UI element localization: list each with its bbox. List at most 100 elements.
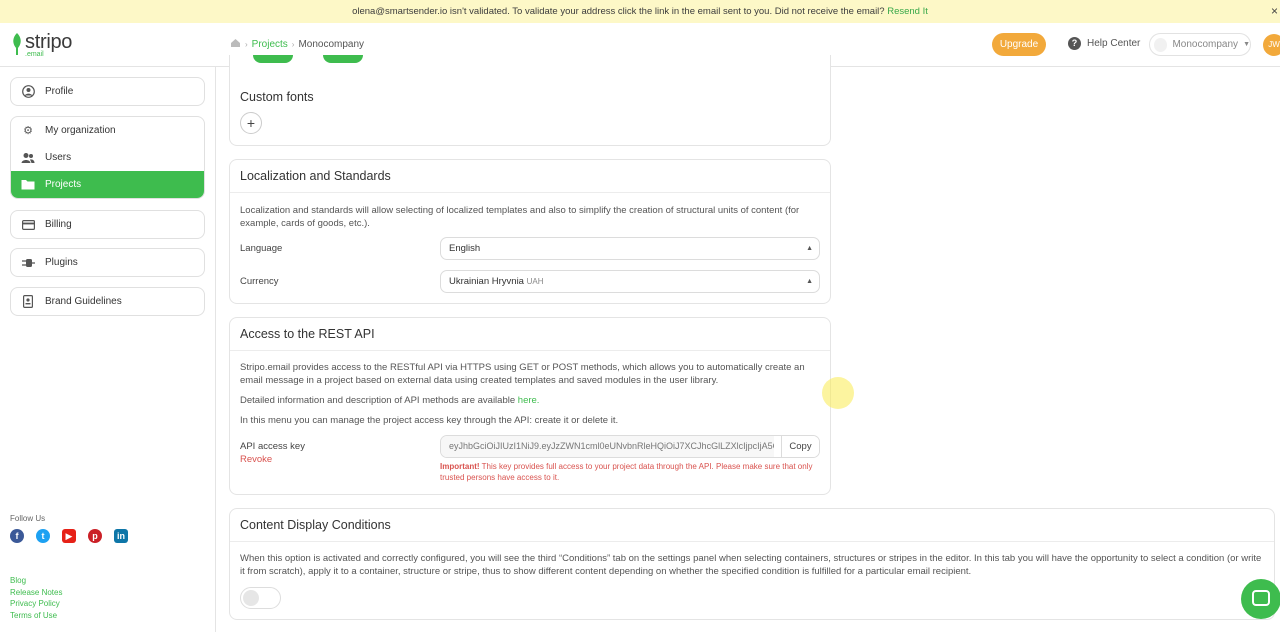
breadcrumb-current: Monocompany (298, 39, 365, 50)
warning-label: Important! (440, 462, 480, 471)
api-key-warning: Important! This key provides full access… (440, 461, 820, 483)
sidebar-item-my-organization[interactable]: ⚙ My organization (11, 117, 204, 144)
pinterest-icon[interactable]: p (88, 529, 102, 543)
api-key-label: API access key (240, 441, 305, 452)
nav-group-organization: ⚙ My organization Users Projects (10, 116, 205, 199)
localization-title: Localization and Standards (230, 160, 830, 193)
linkedin-icon[interactable]: in (114, 529, 128, 543)
org-avatar (1154, 37, 1168, 52)
api-info-text: Detailed information and description of … (240, 395, 516, 406)
chat-icon (1252, 590, 1270, 606)
organization-select[interactable]: Monocompany ▼ (1149, 33, 1251, 56)
conditions-toggle[interactable] (240, 587, 281, 609)
nav-group-plugins: Plugins (10, 248, 205, 277)
sidebar-item-label: Users (45, 152, 72, 163)
notice-text: olena@smartsender.io isn't validated. To… (352, 6, 885, 17)
logo-sub: .email (25, 51, 44, 58)
conditions-card: Content Display Conditions When this opt… (229, 508, 1275, 620)
localization-card: Localization and Standards Localization … (229, 159, 831, 304)
language-select[interactable]: English ▲ (440, 237, 820, 260)
terms-of-use-link[interactable]: Terms of Use (10, 610, 62, 622)
users-icon (21, 151, 35, 165)
sidebar-item-label: Plugins (45, 257, 78, 268)
breadcrumb: › Projects › Monocompany (230, 38, 364, 51)
chevron-right-icon: › (291, 40, 295, 49)
nav-group-profile: Profile (10, 77, 205, 106)
revoke-link[interactable]: Revoke (240, 454, 272, 465)
help-label: Help Center (1087, 38, 1141, 49)
currency-code: UAH (526, 277, 544, 286)
blog-link[interactable]: Blog (10, 575, 62, 587)
chat-button[interactable] (1241, 579, 1280, 619)
breadcrumb-projects[interactable]: Projects (252, 39, 288, 50)
font-toggle-on[interactable] (323, 55, 363, 63)
sidebar-item-billing[interactable]: Billing (11, 211, 204, 238)
sidebar-item-brand-guidelines[interactable]: Brand Guidelines (11, 288, 204, 315)
youtube-icon[interactable]: ▶ (62, 529, 76, 543)
currency-select[interactable]: Ukrainian Hryvnia UAH ▲ (440, 270, 820, 293)
credit-card-icon (21, 218, 35, 232)
privacy-policy-link[interactable]: Privacy Policy (10, 598, 62, 610)
gear-icon: ⚙ (23, 125, 33, 137)
user-circle-icon (21, 85, 35, 99)
home-icon[interactable] (230, 38, 241, 51)
sidebar-item-profile[interactable]: Profile (11, 78, 204, 105)
sidebar-item-plugins[interactable]: Plugins (11, 249, 204, 276)
validation-notice: olena@smartsender.io isn't validated. To… (0, 0, 1280, 23)
sidebar: Profile ⚙ My organization Users Projects… (0, 67, 216, 632)
currency-value: Ukrainian Hryvnia (449, 276, 524, 287)
chevron-right-icon: › (245, 40, 248, 49)
api-docs-link[interactable]: here. (518, 395, 540, 406)
social-links: f t ▶ p in (10, 529, 128, 543)
user-avatar[interactable]: JW (1263, 34, 1280, 56)
sidebar-item-projects[interactable]: Projects (11, 171, 204, 198)
footer-links: Blog Release Notes Privacy Policy Terms … (10, 575, 62, 621)
api-info: Detailed information and description of … (230, 394, 830, 407)
conditions-title: Content Display Conditions (230, 509, 1274, 542)
nav-group-billing: Billing (10, 210, 205, 239)
book-icon (21, 295, 35, 309)
add-font-button[interactable]: + (240, 112, 262, 134)
close-icon[interactable]: × (1271, 0, 1278, 23)
org-name: Monocompany (1172, 39, 1239, 50)
folder-icon (21, 178, 35, 192)
caret-up-down-icon: ▲ (806, 278, 813, 285)
localization-description: Localization and standards will allow se… (240, 205, 800, 229)
toggle-knob (243, 590, 259, 606)
caret-up-down-icon: ▲ (806, 245, 813, 252)
stripo-logo[interactable]: stripo .email (10, 30, 80, 60)
question-icon: ? (1068, 37, 1081, 50)
language-value: English (449, 243, 481, 254)
help-center-link[interactable]: ? Help Center (1068, 37, 1140, 50)
sidebar-item-label: Brand Guidelines (45, 296, 122, 307)
nav-group-brand: Brand Guidelines (10, 287, 205, 316)
sidebar-item-label: Billing (45, 219, 72, 230)
sidebar-item-label: Projects (45, 179, 82, 190)
warning-text: This key provides full access to your pr… (440, 462, 813, 482)
api-key-field: eyJhbGciOiJIUzI1NiJ9.eyJzZWN1cml0eUNvbnR… (440, 435, 820, 458)
caret-down-icon: ▼ (1243, 41, 1250, 48)
rest-api-title: Access to the REST API (230, 318, 830, 351)
api-manage-text: In this menu you can manage the project … (240, 415, 619, 426)
sidebar-item-label: My organization (45, 125, 116, 136)
cursor-highlight (822, 377, 854, 409)
rest-api-card: Access to the REST API Stripo.email prov… (229, 317, 831, 495)
currency-label: Currency (240, 276, 279, 287)
sidebar-item-users[interactable]: Users (11, 144, 204, 171)
custom-fonts-card: Custom fonts + (229, 55, 831, 146)
leaf-icon (13, 33, 21, 55)
font-toggle-on[interactable] (253, 55, 293, 63)
copy-button[interactable]: Copy (781, 436, 819, 457)
resend-link[interactable]: Resend It (887, 6, 928, 17)
twitter-icon[interactable]: t (36, 529, 50, 543)
plug-icon (21, 256, 35, 270)
follow-us-label: Follow Us (10, 514, 46, 523)
sidebar-item-label: Profile (45, 86, 74, 97)
language-label: Language (240, 243, 283, 254)
api-key-value[interactable]: eyJhbGciOiJIUzI1NiJ9.eyJzZWN1cml0eUNvbnR… (441, 436, 774, 457)
upgrade-button[interactable]: Upgrade (992, 33, 1046, 56)
facebook-icon[interactable]: f (10, 529, 24, 543)
rest-api-description: Stripo.email provides access to the REST… (240, 362, 805, 386)
release-notes-link[interactable]: Release Notes (10, 587, 62, 599)
custom-fonts-title: Custom fonts (240, 90, 314, 104)
